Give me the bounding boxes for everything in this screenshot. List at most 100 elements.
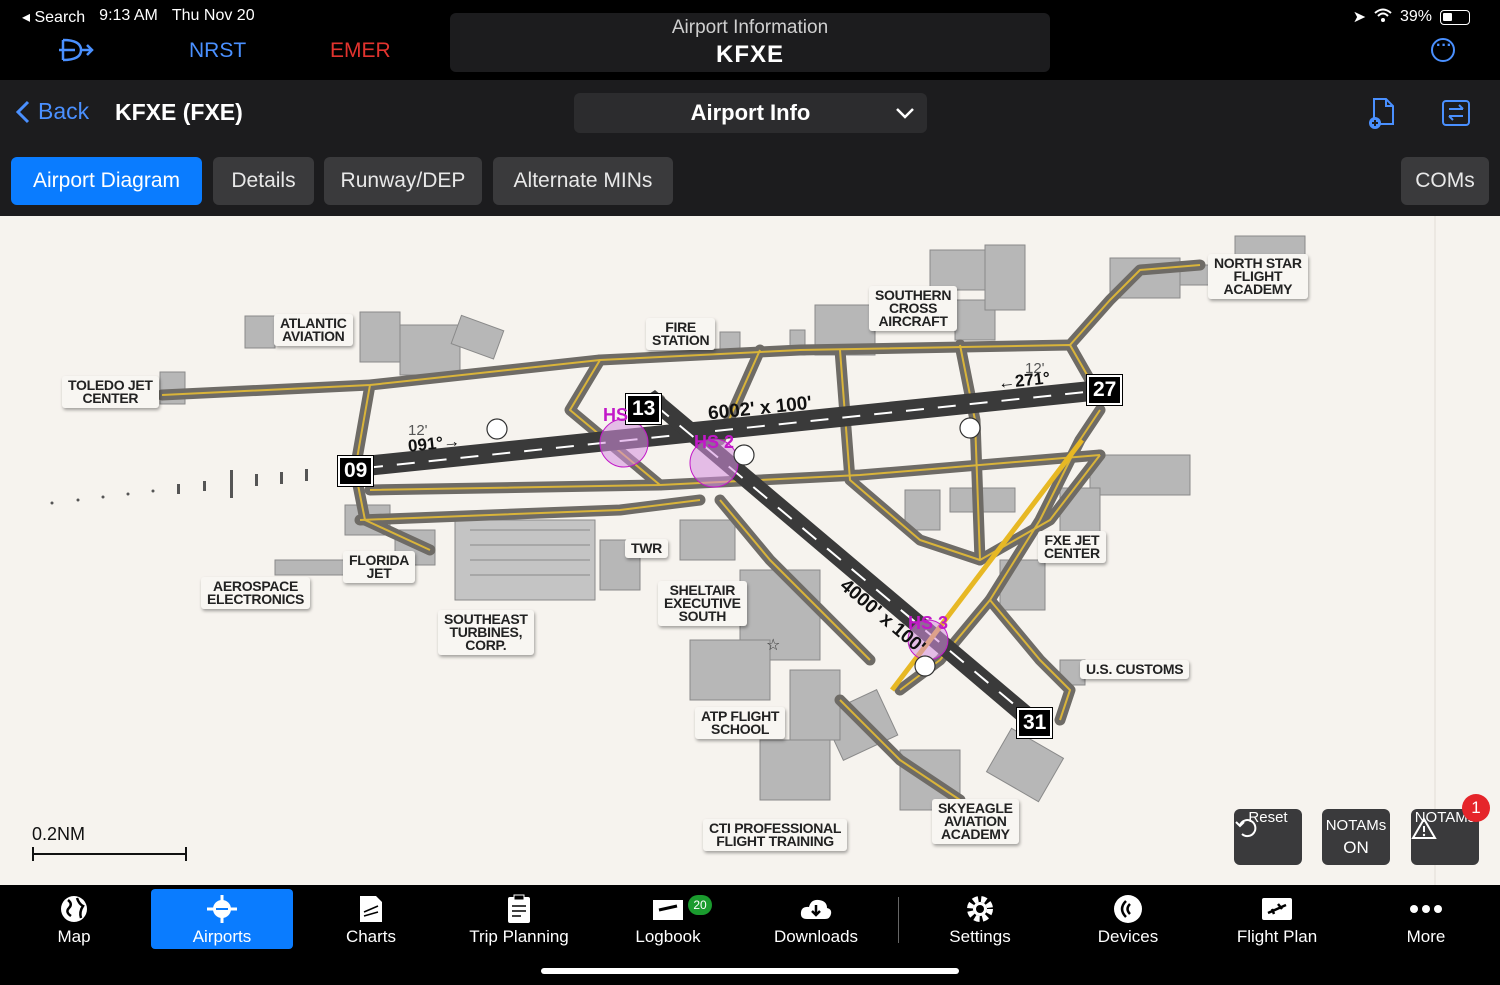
label-skyeagle-aviation-academy[interactable]: SKYEAGLE AVIATION ACADEMY <box>932 799 1019 844</box>
hotspot-1[interactable]: HS <box>603 405 628 426</box>
runway-27-elevation: 12' <box>1025 360 1045 377</box>
back-to-app-link[interactable]: ◂ Search <box>22 7 85 27</box>
tab-details[interactable]: Details <box>213 157 314 205</box>
nav-downloads-label: Downloads <box>773 927 859 946</box>
hotspot-3[interactable]: HS 3 <box>908 613 948 634</box>
clipboard-icon <box>508 894 530 923</box>
tab-airport-diagram[interactable]: Airport Diagram <box>11 157 202 205</box>
nav-devices[interactable]: Devices <box>1057 889 1199 949</box>
hotspot-2[interactable]: HS 2 <box>694 432 734 453</box>
flight-plan-icon <box>1262 898 1292 920</box>
airport-info-dropdown[interactable]: Airport Info <box>574 93 927 133</box>
title-ident: KFXE <box>715 41 784 68</box>
diagram-graphics: ☆ <box>50 216 1436 885</box>
label-north-star-flight-academy[interactable]: NORTH STAR FLIGHT ACADEMY <box>1208 254 1308 299</box>
dropdown-label: Airport Info <box>690 100 811 125</box>
label-aerospace-electronics[interactable]: AEROSPACE ELECTRONICS <box>201 577 311 609</box>
status-date: Thu Nov 20 <box>171 7 255 24</box>
nav-devices-label: Devices <box>1097 927 1159 946</box>
nav-airports[interactable]: Airports <box>151 889 293 949</box>
top-nav: NRST EMER Airport Information KFXE <box>0 13 1500 80</box>
devices-icon <box>1114 895 1142 923</box>
home-indicator[interactable] <box>541 968 959 974</box>
airport-icon <box>207 895 237 923</box>
nav-settings-label: Settings <box>949 927 1011 946</box>
nav-downloads[interactable]: Downloads <box>745 889 887 949</box>
wifi-icon <box>1374 8 1392 27</box>
airport-header: Back KFXE (FXE) Airport Info <box>0 80 1500 146</box>
logbook-icon <box>653 900 683 920</box>
chevron-down-icon <box>896 108 914 119</box>
cloud-download-icon <box>800 899 832 919</box>
more-options-icon[interactable] <box>1431 37 1455 62</box>
reset-button[interactable]: Reset <box>1234 809 1302 865</box>
tab-runway-dep[interactable]: Runway/DEP <box>324 157 482 205</box>
nav-charts[interactable]: Charts <box>300 889 442 949</box>
label-southeast-turbines[interactable]: SOUTHEAST TURBINES, CORP. <box>438 610 534 655</box>
bottom-nav: Map Airports Charts Trip Planning Logboo… <box>0 885 1500 985</box>
runway-09-tag[interactable]: 09 <box>338 456 374 486</box>
airport-info-title: Airport Information KFXE <box>450 13 1050 72</box>
battery-percent: 39% <box>1399 8 1432 25</box>
chevron-left-icon <box>16 100 30 123</box>
nav-charts-label: Charts <box>345 927 397 946</box>
label-atlantic-aviation[interactable]: ATLANTIC AVIATION <box>274 314 353 346</box>
label-toledo-jet-center[interactable]: TOLEDO JET CENTER <box>62 376 159 408</box>
charts-icon <box>360 896 382 922</box>
nrst-button[interactable]: NRST <box>189 39 246 63</box>
direct-to-icon[interactable] <box>55 36 95 64</box>
logbook-badge: 20 <box>688 895 712 915</box>
nav-map[interactable]: Map <box>3 889 145 949</box>
emer-button[interactable]: EMER <box>330 39 391 63</box>
back-button[interactable]: Back <box>16 98 89 125</box>
label-fxe-jet-center[interactable]: FXE JET CENTER <box>1038 531 1106 563</box>
nav-logbook[interactable]: Logbook <box>597 889 739 949</box>
airport-identifier: KFXE (FXE) <box>115 99 243 125</box>
nav-settings[interactable]: Settings <box>909 889 1051 949</box>
nav-trip-planning[interactable]: Trip Planning <box>448 889 590 949</box>
nav-more[interactable]: More <box>1355 889 1497 949</box>
nav-divider <box>898 897 899 943</box>
label-cti-professional-flight-training[interactable]: CTI PROFESSIONAL FLIGHT TRAINING <box>703 819 848 851</box>
title-label: Airport Information <box>671 17 829 38</box>
location-icon: ➤ <box>1352 9 1366 26</box>
label-fire-station[interactable]: FIRE STATION <box>646 318 716 350</box>
nav-flight-plan[interactable]: Flight Plan <box>1206 889 1348 949</box>
tab-bar: Airport Diagram Details Runway/DEP Alter… <box>0 146 1500 216</box>
notams-toggle-state: ON <box>1343 838 1369 857</box>
nav-more-label: More <box>1406 927 1446 946</box>
nav-airports-label: Airports <box>192 927 252 946</box>
status-time: 9:13 AM <box>99 7 158 24</box>
reset-icon <box>1235 819 1257 838</box>
label-us-customs[interactable]: U.S. CUSTOMS <box>1080 660 1190 679</box>
label-sheltair-executive-south[interactable]: SHELTAIR EXECUTIVE SOUTH <box>658 581 747 626</box>
notams-toggle-button[interactable]: NOTAMs ON <box>1322 809 1390 865</box>
runway-09-elevation: 12' <box>408 422 428 439</box>
nav-logbook-label: Logbook <box>635 927 701 946</box>
airport-diagram[interactable]: ☆ TOLEDO JET CENTER ATLANTIC AVIATION FI… <box>0 216 1500 885</box>
ellipsis-icon <box>1410 905 1442 913</box>
runway-31-tag[interactable]: 31 <box>1017 708 1053 738</box>
nav-flight-plan-label: Flight Plan <box>1236 927 1318 946</box>
add-document-icon[interactable] <box>1366 96 1400 130</box>
notams-toggle-label: NOTAMs <box>1325 817 1387 834</box>
globe-icon <box>61 896 87 922</box>
warning-icon <box>1411 817 1437 839</box>
runway-13-tag[interactable]: 13 <box>626 394 662 424</box>
scale-bar: 0.2NM <box>32 824 187 861</box>
runway-27-tag[interactable]: 27 <box>1087 375 1123 405</box>
tab-alternate-mins[interactable]: Alternate MINs <box>493 157 673 205</box>
notams-count-badge: 1 <box>1462 794 1490 822</box>
svg-text:☆: ☆ <box>766 637 780 654</box>
swap-icon[interactable] <box>1440 96 1474 130</box>
scale-line <box>32 847 187 861</box>
label-atp-flight-school[interactable]: ATP FLIGHT SCHOOL <box>695 707 786 739</box>
nav-trip-planning-label: Trip Planning <box>469 927 569 946</box>
label-twr[interactable]: TWR <box>625 539 668 558</box>
nav-map-label: Map <box>57 927 91 946</box>
gear-icon <box>967 896 993 922</box>
battery-icon <box>1440 9 1470 25</box>
label-southern-cross-aircraft[interactable]: SOUTHERN CROSS AIRCRAFT <box>869 286 958 331</box>
tab-coms[interactable]: COMs <box>1401 157 1489 205</box>
label-florida-jet[interactable]: FLORIDA JET <box>343 551 416 583</box>
